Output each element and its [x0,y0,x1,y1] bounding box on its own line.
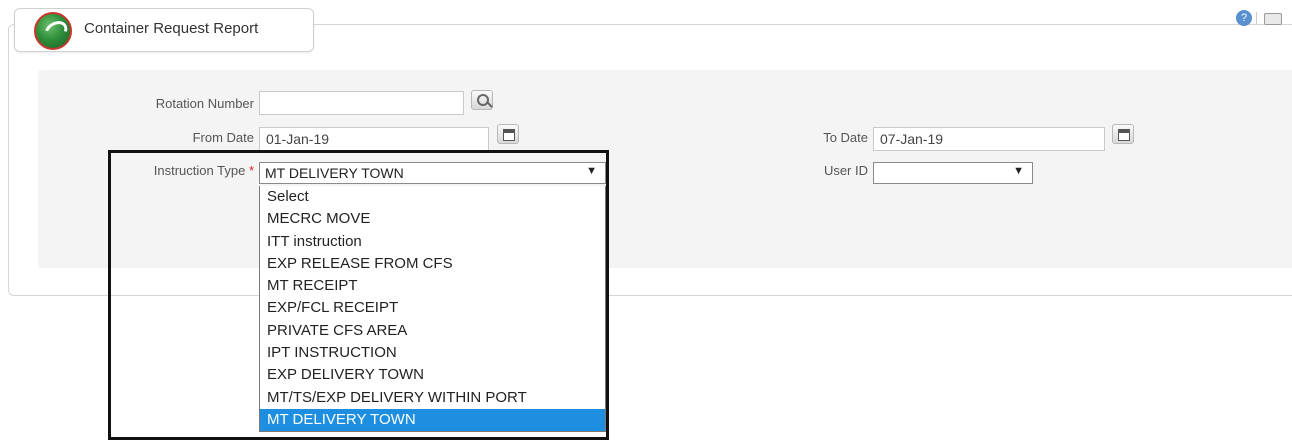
calendar-icon [1118,129,1130,141]
user-id-label: User ID [823,163,868,178]
print-icon[interactable] [1264,13,1282,25]
user-id-select[interactable]: ▼ [873,162,1033,184]
rotation-search-button[interactable] [471,90,493,110]
calendar-icon [503,129,515,141]
chevron-down-icon: ▼ [1013,165,1024,177]
dropdown-option[interactable]: EXP RELEASE FROM CFS [260,253,605,275]
to-date-label: To Date [823,130,868,145]
dropdown-option[interactable]: MECRC MOVE [260,208,605,230]
dropdown-option[interactable]: Select [260,186,605,208]
help-icon[interactable]: ? [1236,10,1252,26]
dropdown-option[interactable]: ITT instruction [260,231,605,253]
rotation-number-label: Rotation Number [155,96,254,111]
from-date-input[interactable]: 01-Jan-19 [259,127,489,151]
dropdown-option[interactable]: EXP DELIVERY TOWN [260,364,605,386]
to-date-input[interactable]: 07-Jan-19 [873,127,1105,151]
from-date-label: From Date [192,130,254,145]
rotation-number-input[interactable] [259,91,464,115]
to-date-picker-button[interactable] [1112,124,1134,144]
search-icon [477,94,489,106]
dropdown-option[interactable]: IPT INSTRUCTION [260,342,605,364]
dropdown-option[interactable]: MT/TS/EXP DELIVERY WITHIN PORT [260,387,605,409]
dropdown-option[interactable]: MT RECEIPT [260,275,605,297]
page-title: Container Request Report [84,20,259,37]
toolbar-divider [1256,12,1257,24]
dropdown-option[interactable]: PRIVATE CFS AREA [260,320,605,342]
from-date-picker-button[interactable] [497,124,519,144]
instruction-type-dropdown-list: Select MECRC MOVE ITT instruction EXP RELEA… [259,186,606,432]
dropdown-option[interactable]: MT DELIVERY TOWN [260,408,605,432]
dropdown-option[interactable]: EXP/FCL RECEIPT [260,297,605,319]
